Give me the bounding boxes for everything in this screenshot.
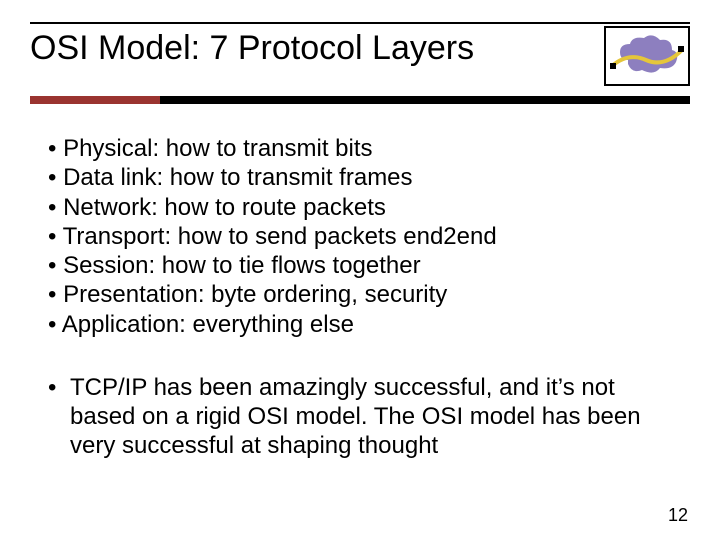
slide-title: OSI Model: 7 Protocol Layers [30,30,474,67]
accent-bar [30,96,160,104]
list-item: Data link: how to transmit frames [48,163,682,192]
top-divider [30,22,690,24]
footer-note: • TCP/IP has been amazingly successful, … [48,373,682,461]
list-item: Physical: how to transmit bits [48,134,682,163]
list-item: Application: everything else [48,310,682,339]
slide: OSI Model: 7 Protocol Layers Physical: h… [0,0,720,540]
network-cloud-icon [604,26,690,86]
list-item: Network: how to route packets [48,193,682,222]
thick-divider [160,96,690,104]
slide-body: Physical: how to transmit bits Data link… [30,104,690,461]
spacer [48,339,682,373]
title-underline [30,96,690,104]
bullet-icon: • [48,373,70,461]
note-text: TCP/IP has been amazingly successful, an… [70,373,682,461]
title-row: OSI Model: 7 Protocol Layers [30,30,690,86]
list-item: Transport: how to send packets end2end [48,222,682,251]
page-number: 12 [668,505,688,526]
list-item: Presentation: byte ordering, security [48,280,682,309]
list-item: Session: how to tie flows together [48,251,682,280]
layers-list: Physical: how to transmit bits Data link… [48,134,682,339]
